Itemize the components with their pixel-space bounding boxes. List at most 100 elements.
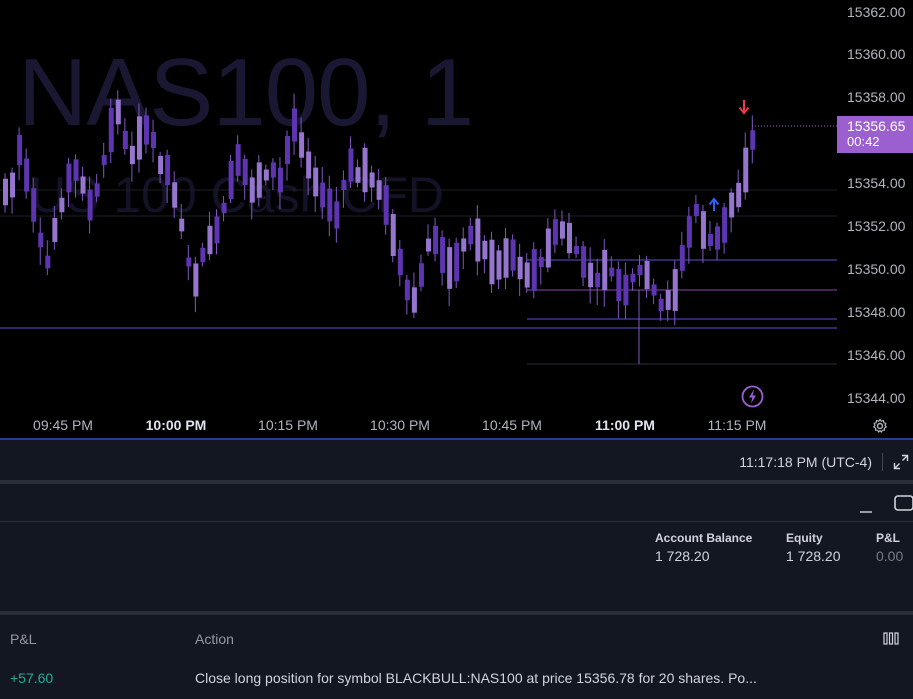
chart-area[interactable]: NAS100, 1 US 100 Cash CFD 15362.00 15360.…: [0, 0, 913, 440]
candle-body: [559, 221, 565, 239]
candle-body: [101, 155, 107, 165]
columns-icon[interactable]: [883, 632, 899, 645]
gear-icon[interactable]: [871, 417, 889, 435]
candle-body: [94, 183, 100, 197]
price-tick: 15354.00: [847, 175, 906, 192]
log-header-action[interactable]: Action: [195, 631, 234, 647]
candle-body: [552, 219, 558, 245]
candle-body: [59, 197, 65, 213]
lightning-icon[interactable]: [741, 385, 764, 408]
equity-value: 1 728.20: [786, 548, 841, 564]
candle-body: [73, 159, 79, 181]
log-row-action[interactable]: Close long position for symbol BLACKBULL…: [195, 670, 757, 686]
candle-body: [179, 218, 185, 232]
candle-body: [715, 226, 721, 250]
candle-body: [242, 158, 248, 186]
candle-body: [397, 248, 403, 276]
candle-body: [228, 160, 234, 200]
candle-body: [672, 269, 678, 311]
candle-body: [567, 222, 572, 254]
price-tick: 15352.00: [847, 218, 906, 234]
candle-body: [270, 162, 276, 178]
price-tick: 15346.00: [847, 346, 906, 363]
price-axis[interactable]: 15362.0015360.0015358.0015356.0015354.00…: [837, 0, 913, 410]
candle-body: [496, 250, 502, 280]
candle-body: [418, 263, 424, 287]
candle-body: [736, 182, 742, 208]
candle-body: [355, 167, 361, 183]
candle-body: [376, 180, 382, 200]
candle-body: [313, 167, 319, 197]
log-row-pnl: +57.60: [10, 670, 54, 686]
candle-body: [256, 162, 262, 198]
candle-body: [292, 108, 298, 142]
candle-body: [327, 188, 333, 222]
candle-body: [341, 180, 347, 190]
account-balance-value: 1 728.20: [655, 548, 710, 564]
candle-body: [31, 188, 37, 222]
candle-body: [277, 167, 283, 193]
candle-body: [524, 262, 530, 288]
price-tick: 15358.00: [847, 89, 906, 106]
candle-body: [461, 238, 467, 252]
candle-body: [45, 255, 51, 269]
time-tick: 10:30 PM: [370, 417, 430, 433]
candle-body: [87, 189, 93, 221]
bar-countdown: 00:42: [847, 134, 880, 149]
candle-body: [235, 144, 241, 176]
candle-body: [447, 247, 453, 289]
candle-body: [623, 274, 629, 306]
candle-body: [693, 203, 699, 217]
candle-body: [404, 279, 410, 301]
candle-body: [214, 216, 220, 244]
candle-body: [115, 99, 121, 125]
candle-body: [207, 225, 213, 255]
candle-body: [545, 228, 551, 268]
status-clock[interactable]: 11:17:18 PM (UTC-4): [739, 454, 872, 470]
candlestick-chart[interactable]: [0, 0, 837, 410]
maximize-icon[interactable]: [893, 494, 913, 512]
minimize-icon[interactable]: [858, 500, 874, 514]
candle-body: [129, 145, 135, 165]
candle-body: [454, 242, 460, 282]
candle-body: [616, 269, 622, 301]
candle-body: [538, 257, 544, 267]
candle-body: [299, 132, 305, 158]
candle-body: [637, 264, 643, 276]
candle-body: [334, 201, 340, 229]
candle-body: [165, 154, 171, 186]
price-tick: 15362.00: [847, 3, 906, 20]
candle-body: [122, 130, 128, 150]
candle-body: [249, 177, 255, 203]
price-tick: 15344.00: [847, 389, 906, 406]
time-tick: 11:00 PM: [595, 417, 655, 433]
candle-body: [3, 178, 8, 206]
time-tick: 09:45 PM: [33, 417, 93, 433]
equity-label: Equity: [786, 531, 823, 545]
candle-body: [700, 211, 706, 249]
candle-body: [200, 247, 206, 263]
pnl-value: 0.00: [876, 548, 904, 564]
time-axis[interactable]: 09:45 PM 10:00 PM 10:15 PM 10:30 PM 10:45 PM…: [0, 410, 837, 440]
candle-body: [510, 239, 516, 271]
expand-icon[interactable]: [893, 454, 909, 470]
time-tick: 10:45 PM: [482, 417, 542, 433]
log-header-pnl[interactable]: P&L: [10, 631, 36, 647]
candle-body: [144, 115, 149, 145]
candle-body: [581, 246, 587, 278]
candle-body: [679, 245, 685, 271]
candle-body: [80, 176, 86, 194]
candle-body: [644, 260, 650, 290]
candle-body: [609, 267, 615, 277]
time-tick: 10:00 PM: [145, 417, 207, 433]
time-tick: 10:15 PM: [258, 417, 318, 433]
candle-body: [411, 287, 417, 313]
candle-body: [468, 225, 474, 245]
candle-body: [475, 218, 481, 262]
candle-body: [172, 182, 178, 208]
candle-body: [52, 218, 58, 242]
candle-body: [136, 116, 142, 160]
candle-body: [651, 284, 657, 296]
candle-body: [729, 192, 735, 218]
candle-body: [658, 298, 664, 312]
